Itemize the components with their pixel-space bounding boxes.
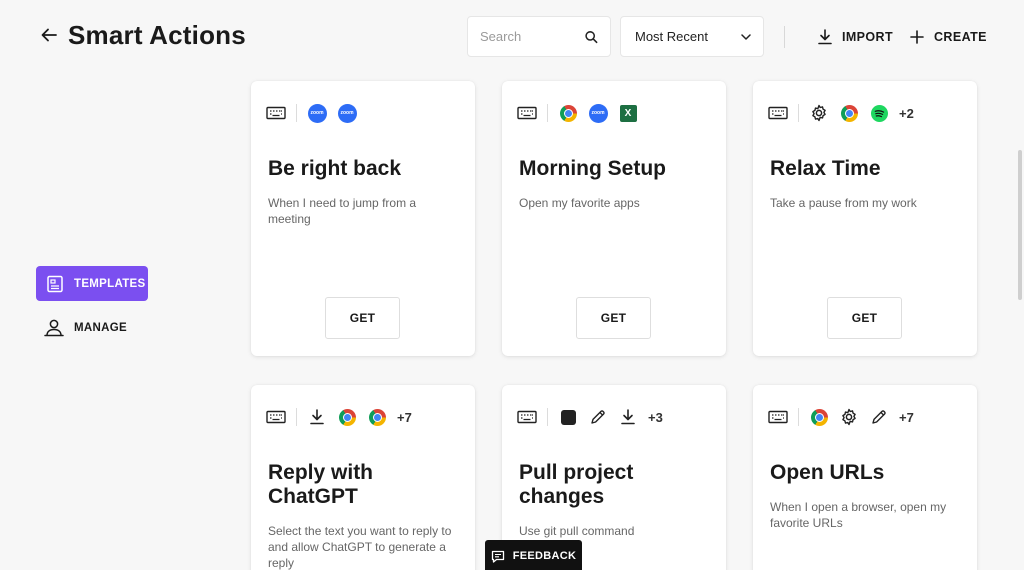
- chrome-icon: [809, 407, 829, 427]
- feedback-button[interactable]: FEEDBACK: [485, 540, 582, 570]
- zoom-icon: zoom: [337, 103, 357, 123]
- download-icon: [307, 407, 327, 427]
- download-icon: [818, 29, 832, 45]
- excel-icon: X: [618, 103, 638, 123]
- card-description: Use git pull command: [519, 524, 635, 538]
- card-title: Reply with ChatGPT: [268, 461, 374, 508]
- card-description: Open my favorite apps: [519, 196, 640, 210]
- more-actions-count: +7: [899, 409, 914, 425]
- card-action-icons: zoom X: [517, 103, 638, 123]
- template-card[interactable]: +7 Open URLs When I open a browser, open m…: [753, 385, 977, 570]
- chevron-down-icon: [741, 33, 751, 40]
- import-button[interactable]: IMPORT: [818, 26, 893, 48]
- icon-divider: [798, 408, 799, 426]
- search-input[interactable]: [480, 29, 586, 44]
- template-card[interactable]: +7 Reply with ChatGPT Select the text you …: [251, 385, 475, 570]
- nav-item-manage[interactable]: MANAGE: [36, 314, 148, 342]
- chrome-icon: [337, 407, 357, 427]
- more-actions-count: +3: [648, 409, 663, 425]
- card-title: Open URLs: [770, 461, 885, 484]
- create-label: CREATE: [934, 30, 987, 44]
- header-divider: [784, 26, 785, 48]
- chrome-icon: [558, 103, 578, 123]
- pencil-icon: [869, 407, 889, 427]
- template-card[interactable]: zoom X Morning Setup Open my favorite apps G…: [502, 81, 726, 356]
- card-action-icons: +7: [266, 407, 412, 427]
- get-button[interactable]: GET: [576, 297, 651, 339]
- download-icon: [618, 407, 638, 427]
- scrollbar[interactable]: [1018, 150, 1022, 300]
- sort-dropdown[interactable]: Most Recent: [620, 16, 764, 57]
- get-button[interactable]: GET: [325, 297, 400, 339]
- person-icon: [44, 319, 64, 337]
- icon-divider: [296, 408, 297, 426]
- arrow-left-icon: [41, 28, 57, 42]
- keyboard-icon: [517, 407, 537, 427]
- more-actions-count: +2: [899, 105, 914, 121]
- chrome-icon: [367, 407, 387, 427]
- import-label: IMPORT: [842, 30, 894, 44]
- card-action-icons: +2: [768, 103, 914, 123]
- search-icon[interactable]: [585, 30, 598, 44]
- feedback-label: FEEDBACK: [512, 550, 577, 562]
- templates-icon: [47, 275, 63, 292]
- card-description: When I open a browser, open my favorite …: [770, 500, 947, 530]
- icon-divider: [798, 104, 799, 122]
- card-description: Take a pause from my work: [770, 196, 917, 210]
- zoom-icon: zoom: [307, 103, 327, 123]
- card-title: Be right back: [268, 157, 402, 180]
- page-title: Smart Actions: [68, 20, 246, 50]
- card-title: Pull project changes: [519, 461, 634, 508]
- keyboard-icon: [768, 103, 788, 123]
- template-card[interactable]: +2 Relax Time Take a pause from my work GET: [753, 81, 977, 356]
- icon-divider: [296, 104, 297, 122]
- zoom-icon: zoom: [588, 103, 608, 123]
- keyboard-icon: [517, 103, 537, 123]
- nav-item-templates[interactable]: TEMPLATES: [36, 266, 148, 301]
- template-card[interactable]: zoom zoom Be right back When I need to jump…: [251, 81, 475, 356]
- search-box[interactable]: [467, 16, 611, 57]
- terminal-icon: [558, 407, 578, 427]
- card-description: Select the text you want to reply to and…: [268, 524, 452, 570]
- get-button[interactable]: GET: [827, 297, 902, 339]
- plus-icon: [910, 30, 924, 44]
- create-button[interactable]: CREATE: [910, 26, 987, 48]
- card-title: Morning Setup: [519, 157, 666, 180]
- nav-item-manage-label: MANAGE: [74, 322, 127, 334]
- keyboard-icon: [768, 407, 788, 427]
- keyboard-icon: [266, 407, 286, 427]
- chrome-icon: [839, 103, 859, 123]
- card-action-icons: +7: [768, 407, 914, 427]
- pencil-icon: [588, 407, 608, 427]
- back-button[interactable]: [38, 24, 60, 46]
- icon-divider: [547, 104, 548, 122]
- nav-item-templates-label: TEMPLATES: [74, 277, 146, 290]
- card-description: When I need to jump from a meeting: [268, 196, 417, 226]
- spotify-icon: [869, 103, 889, 123]
- gear-icon: [839, 407, 859, 427]
- keyboard-icon: [266, 103, 286, 123]
- card-action-icons: zoom zoom: [266, 103, 357, 123]
- gear-icon: [809, 103, 829, 123]
- icon-divider: [547, 408, 548, 426]
- feedback-icon: [491, 550, 504, 563]
- more-actions-count: +7: [397, 409, 412, 425]
- card-action-icons: +3: [517, 407, 663, 427]
- sort-dropdown-value: Most Recent: [635, 29, 708, 44]
- card-title: Relax Time: [770, 157, 881, 180]
